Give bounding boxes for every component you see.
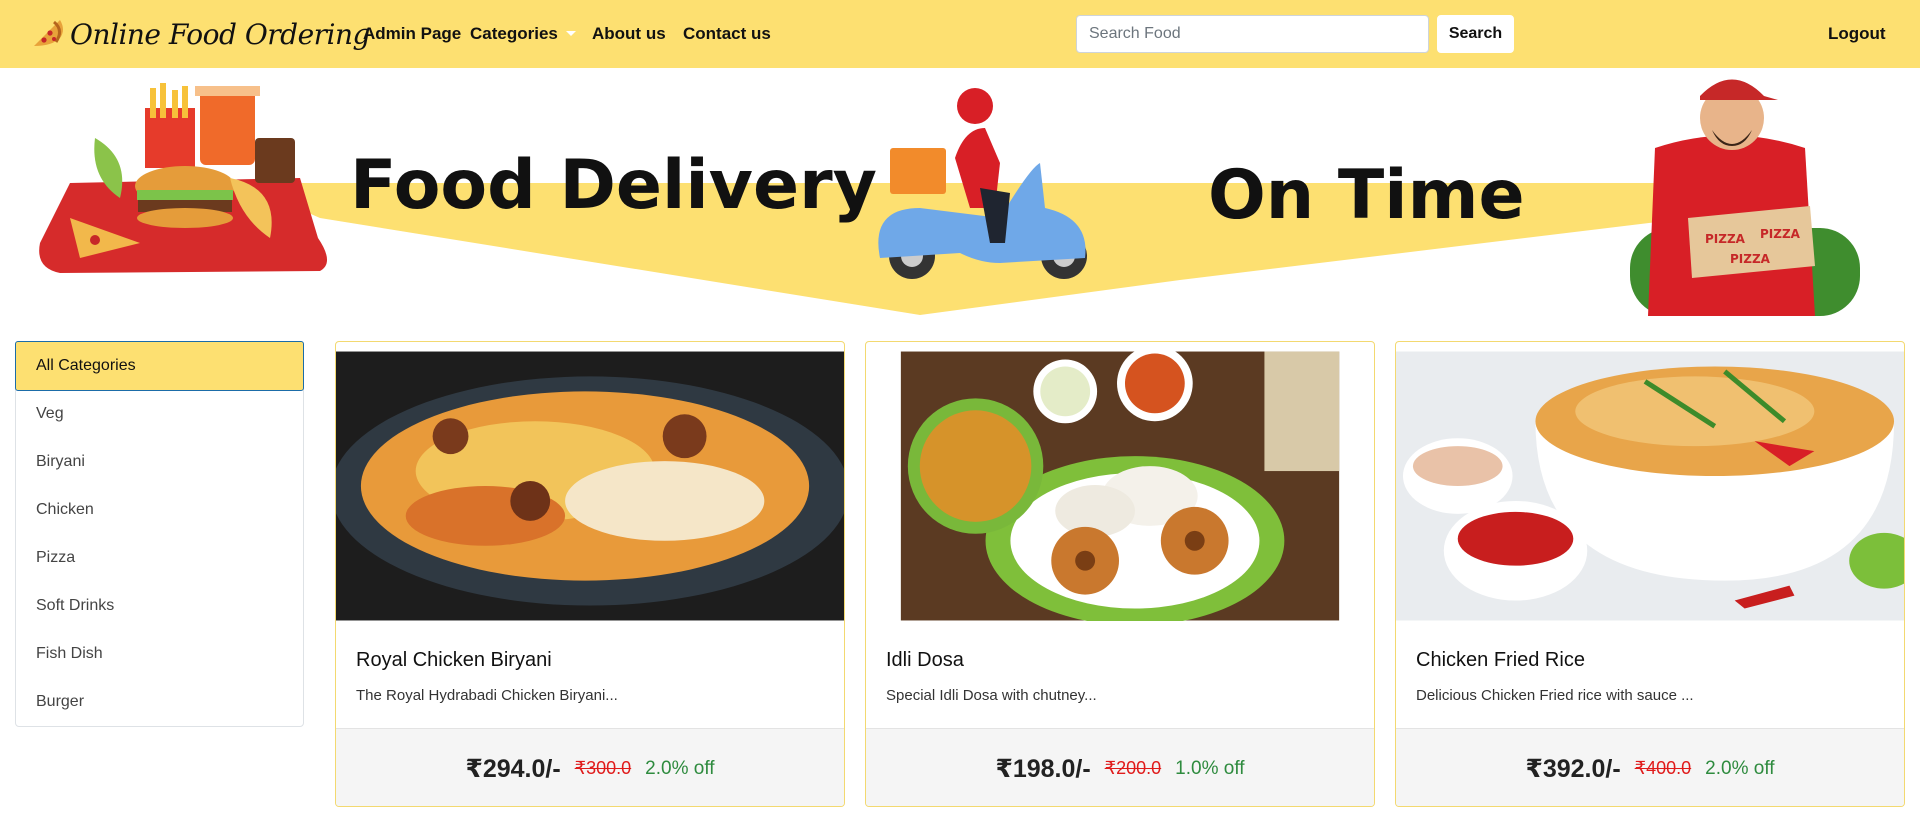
category-list: All Categories Veg Biryani Chicken Pizza… <box>15 341 304 727</box>
product-original-price: ₹200.0 <box>1104 758 1162 778</box>
product-price: ₹294.0/- <box>465 754 561 783</box>
nav-admin-page[interactable]: Admin Page <box>363 24 461 44</box>
category-item-biryani[interactable]: Biryani <box>16 438 303 486</box>
product-price: ₹392.0/- <box>1525 754 1621 783</box>
product-price-footer: ₹294.0/- ₹300.0 2.0% off <box>336 728 844 806</box>
product-description: Special Idli Dosa with chutney... <box>886 687 1097 704</box>
category-item-soft-drinks[interactable]: Soft Drinks <box>16 582 303 630</box>
category-item-fish-dish[interactable]: Fish Dish <box>16 630 303 678</box>
banner-headline-right: On Time <box>1208 156 1525 235</box>
nav-categories-dropdown[interactable]: Categories <box>470 24 576 44</box>
product-card[interactable]: Chicken Fried Rice Delicious Chicken Fri… <box>1395 341 1905 807</box>
logout-link[interactable]: Logout <box>1828 24 1886 44</box>
product-image-biryani <box>336 351 844 621</box>
product-price-footer: ₹392.0/- ₹400.0 2.0% off <box>1396 728 1904 806</box>
nav-about-us[interactable]: About us <box>592 24 666 44</box>
product-description: The Royal Hydrabadi Chicken Biryani... <box>356 687 618 704</box>
category-item-burger[interactable]: Burger <box>16 678 303 726</box>
brand-title: Online Food Ordering <box>70 17 370 51</box>
product-original-price: ₹400.0 <box>1634 758 1692 778</box>
product-discount: 1.0% off <box>1175 757 1245 779</box>
product-title[interactable]: Royal Chicken Biryani <box>356 649 552 672</box>
category-item-chicken[interactable]: Chicken <box>16 486 303 534</box>
product-image-idli-dosa <box>866 351 1374 621</box>
category-item-all[interactable]: All Categories <box>15 341 304 391</box>
category-item-pizza[interactable]: Pizza <box>16 534 303 582</box>
product-price-footer: ₹198.0/- ₹200.0 1.0% off <box>866 728 1374 806</box>
pizza-box-label: PIZZA <box>1760 227 1801 241</box>
product-discount: 2.0% off <box>1705 757 1775 779</box>
product-discount: 2.0% off <box>645 757 715 779</box>
product-card[interactable]: Royal Chicken Biryani The Royal Hydrabad… <box>335 341 845 807</box>
pizza-slice-icon <box>34 20 63 46</box>
product-original-price: ₹300.0 <box>574 758 632 778</box>
product-description: Delicious Chicken Fried rice with sauce … <box>1416 687 1694 704</box>
nav-contact-us[interactable]: Contact us <box>683 24 771 44</box>
search-button[interactable]: Search <box>1437 15 1514 53</box>
product-title[interactable]: Chicken Fried Rice <box>1416 649 1585 672</box>
search-input[interactable] <box>1076 15 1429 53</box>
pizza-delivery-man-image: PIZZA PIZZA PIZZA <box>1630 79 1860 316</box>
hero-banner: Food Delivery On Time PIZZA PIZZA PIZZA <box>39 79 1860 316</box>
caret-down-icon <box>565 31 576 36</box>
nav-categories-label: Categories <box>470 24 558 43</box>
product-card[interactable]: Idli Dosa Special Idli Dosa with chutney… <box>865 341 1375 807</box>
product-image-fried-rice <box>1396 351 1904 621</box>
brand-link[interactable]: Online Food Ordering <box>30 12 370 56</box>
navbar: Online Food Ordering Admin Page Categori… <box>0 0 1920 68</box>
product-price: ₹198.0/- <box>995 754 1091 783</box>
category-item-veg[interactable]: Veg <box>16 390 303 438</box>
product-title[interactable]: Idli Dosa <box>886 649 964 672</box>
banner-headline-left: Food Delivery <box>350 146 877 225</box>
pizza-box-label: PIZZA <box>1705 232 1746 246</box>
fast-food-tray-image <box>39 83 328 273</box>
pizza-box-label: PIZZA <box>1730 252 1771 266</box>
